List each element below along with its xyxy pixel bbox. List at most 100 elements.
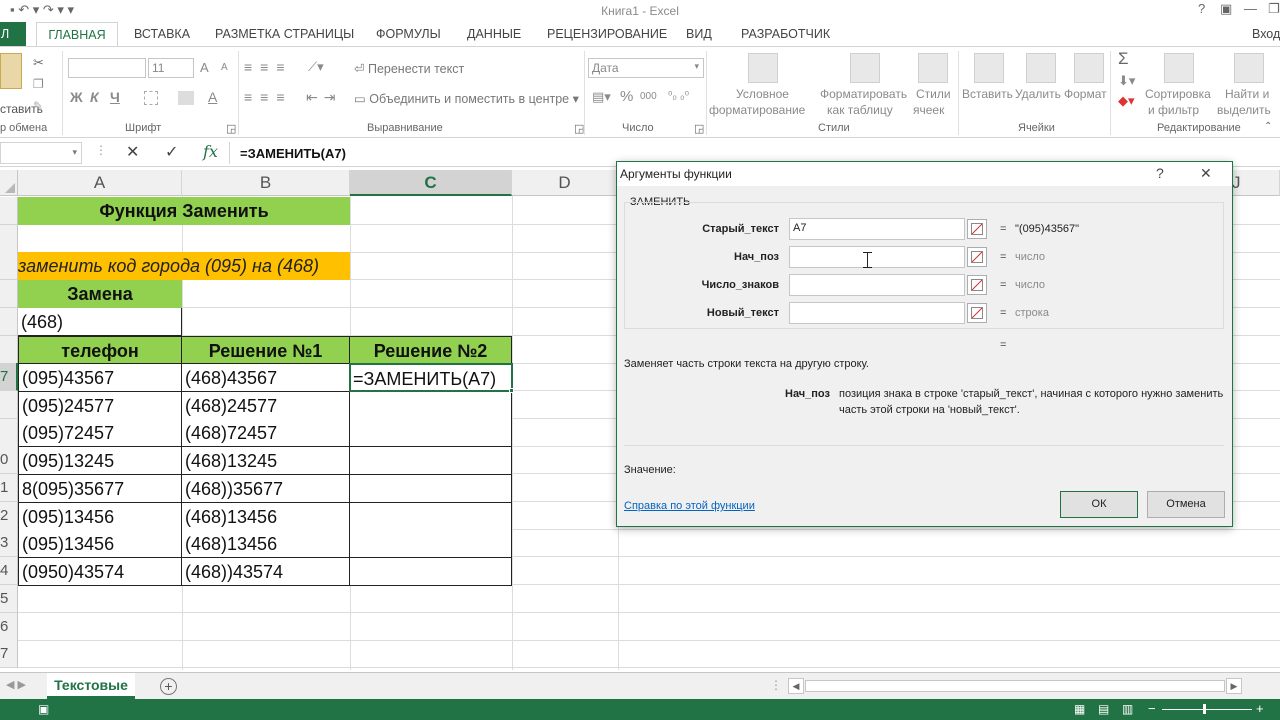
shrink-font-icon[interactable]: A <box>221 62 228 73</box>
collapse-ribbon-icon[interactable]: ⌃ <box>1264 121 1272 132</box>
zoom-slider[interactable] <box>1162 709 1252 710</box>
zoom-slider-thumb[interactable] <box>1203 704 1206 714</box>
arg-input[interactable] <box>789 302 965 324</box>
row-header[interactable]: 6 <box>0 612 18 641</box>
sheet-tab-textovye[interactable]: Текстовые <box>47 673 135 699</box>
comma-style-button[interactable]: 000 <box>640 91 657 102</box>
alignment-dialog-launcher-icon[interactable]: ◲ <box>574 122 584 135</box>
row-header[interactable]: 7 <box>0 363 18 392</box>
collapse-dialog-button[interactable] <box>967 303 987 323</box>
row-header[interactable]: 1 <box>0 474 18 502</box>
cell-a3-subtitle[interactable]: заменить код города (095) на (468) <box>18 252 350 280</box>
orientation-icon[interactable]: ⟋▾ <box>308 59 324 75</box>
solution-2-cell[interactable] <box>350 530 512 559</box>
font-size-select[interactable]: 11 <box>148 58 194 78</box>
column-header-j[interactable]: J <box>1232 170 1280 196</box>
add-sheet-button[interactable]: + <box>160 678 177 695</box>
row-header[interactable] <box>0 197 18 225</box>
solution-1-cell[interactable]: (468)13456 <box>182 502 350 531</box>
sort-filter-label-2[interactable]: и фильтр <box>1148 103 1199 117</box>
active-cell-c7[interactable]: =ЗАМЕНИТЬ(A7) <box>349 363 513 392</box>
phone-cell[interactable]: (0950)43574 <box>18 557 182 586</box>
tab-review[interactable]: РЕЦЕНЗИРОВАНИЕ <box>547 22 667 46</box>
find-select-label-1[interactable]: Найти и <box>1225 87 1269 101</box>
ribbon-display-icon[interactable]: ▣ <box>1220 1 1232 17</box>
tab-data[interactable]: ДАННЫЕ <box>467 22 521 46</box>
solution-2-cell[interactable] <box>350 557 512 586</box>
select-all-corner[interactable] <box>0 170 18 196</box>
solution-1-cell[interactable]: (468)43567 <box>182 364 350 392</box>
tab-developer[interactable]: РАЗРАБОТЧИК <box>741 22 830 46</box>
cell-styles-label-2[interactable]: ячеек <box>913 103 944 117</box>
solution-2-cell[interactable] <box>350 474 512 503</box>
column-header-c[interactable]: C <box>350 170 512 196</box>
format-as-table-label-2[interactable]: как таблицу <box>827 103 893 117</box>
fill-color-icon[interactable] <box>178 91 194 105</box>
cell-styles-icon[interactable] <box>918 53 948 83</box>
insert-cells-icon[interactable] <box>974 53 1004 83</box>
cancel-formula-button[interactable]: ✕ <box>126 142 139 162</box>
macro-record-icon[interactable]: ▣ <box>38 702 49 716</box>
format-cells-label[interactable]: Формат <box>1064 87 1107 101</box>
format-painter-icon[interactable]: ✎ <box>33 99 43 113</box>
solution-1-cell[interactable]: (468)13456 <box>182 530 350 559</box>
bold-button[interactable]: Ж <box>70 89 83 105</box>
tab-insert[interactable]: ВСТАВКА <box>134 22 190 46</box>
normal-view-icon[interactable]: ▦ <box>1074 702 1085 716</box>
horizontal-scrollbar[interactable] <box>805 680 1225 692</box>
row-header[interactable]: 3 <box>0 529 18 558</box>
number-dialog-launcher-icon[interactable]: ◲ <box>694 122 704 135</box>
tab-view[interactable]: ВИД <box>686 22 712 46</box>
arg-input[interactable] <box>789 274 965 296</box>
format-as-table-label-1[interactable]: Форматировать <box>820 87 907 101</box>
clear-icon[interactable]: ◆▾ <box>1118 93 1135 109</box>
row-header[interactable] <box>0 280 18 309</box>
fill-icon[interactable]: ⬇▾ <box>1118 73 1135 89</box>
page-break-view-icon[interactable]: ▥ <box>1122 702 1133 716</box>
sort-filter-label-1[interactable]: Сортировка <box>1145 87 1211 101</box>
solution-2-cell[interactable] <box>350 447 512 476</box>
column-header-b[interactable]: B <box>182 170 350 196</box>
solution-1-cell[interactable]: (468)72457 <box>182 419 350 448</box>
column-header-d[interactable]: D <box>512 170 618 196</box>
solution-2-cell[interactable] <box>350 419 512 448</box>
formula-bar-handle-icon[interactable]: ⋮ <box>95 143 107 157</box>
formula-input[interactable]: =ЗАМЕНИТЬ(A7) <box>240 146 346 161</box>
font-name-select[interactable] <box>68 58 146 78</box>
conditional-formatting-label-2[interactable]: форматирование <box>709 103 805 117</box>
tab-file[interactable]: ЙЛ <box>0 22 26 46</box>
row-header[interactable] <box>0 390 18 419</box>
help-on-function-link[interactable]: Справка по этой функции <box>624 500 755 512</box>
delete-cells-icon[interactable] <box>1026 53 1056 83</box>
cut-icon[interactable]: ✂ <box>33 55 44 71</box>
merge-center-button[interactable]: ▭ Объединить и поместить в центре ▾ <box>354 91 579 106</box>
tab-split-handle-icon[interactable]: ⋮ <box>770 678 782 692</box>
cancel-button[interactable]: Отмена <box>1147 491 1225 518</box>
solution-2-cell[interactable] <box>350 502 512 531</box>
page-layout-view-icon[interactable]: ▤ <box>1098 702 1109 716</box>
row-header[interactable]: 2 <box>0 501 18 530</box>
cell-a1-title[interactable]: Функция Заменить <box>18 197 350 225</box>
delete-cells-label[interactable]: Удалить <box>1015 87 1061 101</box>
name-box[interactable]: ▾ <box>0 142 82 164</box>
collapse-dialog-button[interactable] <box>967 219 987 239</box>
autosum-button[interactable]: Σ <box>1118 49 1129 69</box>
cell-a4-replace-header[interactable]: Замена <box>18 280 182 308</box>
borders-icon[interactable] <box>144 91 158 105</box>
arg-input[interactable]: A7 <box>789 218 965 240</box>
arg-input[interactable] <box>789 246 965 268</box>
tab-formulas[interactable]: ФОРМУЛЫ <box>376 22 441 46</box>
indent-icons[interactable]: ⇤⇥ <box>306 89 341 106</box>
grow-font-icon[interactable]: A <box>200 60 209 75</box>
phone-cell[interactable]: (095)13456 <box>18 502 182 531</box>
row-header[interactable] <box>0 224 18 253</box>
font-dialog-launcher-icon[interactable]: ◲ <box>226 122 236 135</box>
phone-cell[interactable]: (095)13456 <box>18 530 182 559</box>
underline-button[interactable]: Ч <box>110 89 120 105</box>
solution-2-cell[interactable] <box>350 391 512 420</box>
zoom-out-icon[interactable]: − <box>1148 701 1156 716</box>
scroll-left-icon[interactable]: ◀ <box>788 678 804 694</box>
row-header[interactable] <box>0 307 18 336</box>
header-solution-1[interactable]: Решение №1 <box>182 336 350 364</box>
collapse-dialog-button[interactable] <box>967 247 987 267</box>
